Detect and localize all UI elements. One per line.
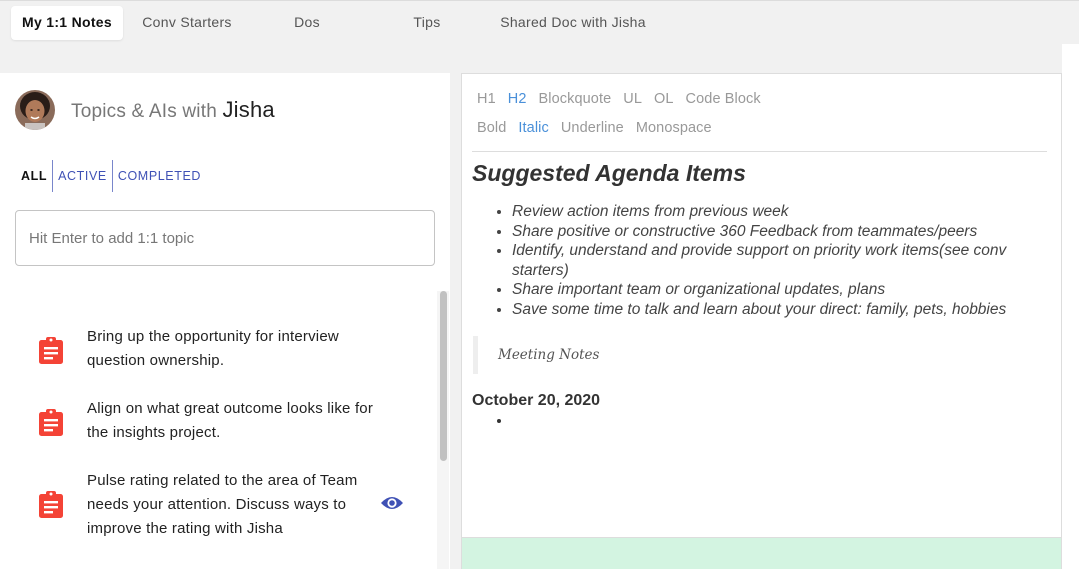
tab-tips[interactable]: Tips [392, 6, 462, 40]
editor-footer-band [461, 538, 1062, 569]
toolbar-row-inline: Bold Italic Underline Monospace [477, 120, 724, 136]
topic-text: Pulse rating related to the area of Team… [87, 472, 358, 537]
topics-scrollbar[interactable] [437, 291, 449, 569]
agenda-item: Share important team or organizational u… [512, 280, 1038, 300]
tool-bold[interactable]: Bold [477, 120, 506, 136]
scroll-thumb[interactable] [440, 291, 447, 461]
right-gutter [1062, 44, 1079, 569]
date-heading: October 20, 2020 [472, 392, 601, 409]
topic-text: Bring up the opportunity for interview q… [87, 328, 339, 369]
panel-title: Topics & AIs with Jisha [71, 97, 275, 123]
tab-shared-doc[interactable]: Shared Doc with Jisha [488, 6, 658, 40]
tool-ul[interactable]: UL [623, 91, 642, 107]
notes-editor[interactable]: H1 H2 Blockquote UL OL Code Block Bold I… [461, 73, 1062, 538]
tab-my-notes[interactable]: My 1:1 Notes [11, 6, 123, 40]
panel-title-prefix: Topics & AIs with [71, 101, 217, 122]
topic-text: Align on what great outcome looks like f… [87, 400, 374, 441]
agenda-item: Save some time to talk and learn about y… [512, 300, 1038, 320]
agenda-item: Review action items from previous week [512, 202, 1038, 222]
doc-heading: Suggested Agenda Items [472, 160, 746, 186]
tool-underline[interactable]: Underline [561, 120, 624, 136]
tab-dos[interactable]: Dos [270, 6, 344, 40]
tool-h2[interactable]: H2 [508, 91, 527, 107]
toolbar-row-blocks: H1 H2 Blockquote UL OL Code Block [477, 91, 773, 107]
agenda-item: Identify, understand and provide support… [512, 241, 1038, 280]
eye-icon[interactable] [380, 494, 404, 512]
avatar [15, 90, 55, 130]
topics-panel: Topics & AIs with Jisha ALL ACTIVE COMPL… [0, 73, 450, 569]
tool-code-block[interactable]: Code Block [686, 91, 761, 107]
clipboard-alert-icon [39, 491, 63, 518]
tool-italic[interactable]: Italic [518, 120, 548, 136]
filter-completed[interactable]: COMPLETED [111, 160, 206, 192]
clipboard-alert-icon [39, 409, 63, 436]
empty-bullet[interactable] [512, 412, 698, 432]
agenda-list: Review action items from previous week S… [498, 202, 1038, 319]
empty-bullet-list[interactable] [498, 412, 698, 432]
top-tab-bar: My 1:1 Notes Conv Starters Dos Tips Shar… [0, 0, 1079, 44]
add-topic-input[interactable] [15, 210, 435, 266]
meeting-notes-blockquote: Meeting Notes [473, 336, 599, 374]
toolbar-divider [472, 151, 1047, 152]
filter-all[interactable]: ALL [15, 160, 52, 192]
tab-conv-starters[interactable]: Conv Starters [130, 6, 244, 40]
filter-active[interactable]: ACTIVE [52, 160, 112, 192]
tool-ol[interactable]: OL [654, 91, 674, 107]
topic-filters: ALL ACTIVE COMPLETED [15, 160, 206, 192]
clipboard-alert-icon [39, 337, 63, 364]
tool-blockquote[interactable]: Blockquote [539, 91, 612, 107]
tool-h1[interactable]: H1 [477, 91, 496, 107]
tool-monospace[interactable]: Monospace [636, 120, 712, 136]
agenda-item: Share positive or constructive 360 Feedb… [512, 222, 1038, 242]
report-name: Jisha [222, 97, 275, 122]
